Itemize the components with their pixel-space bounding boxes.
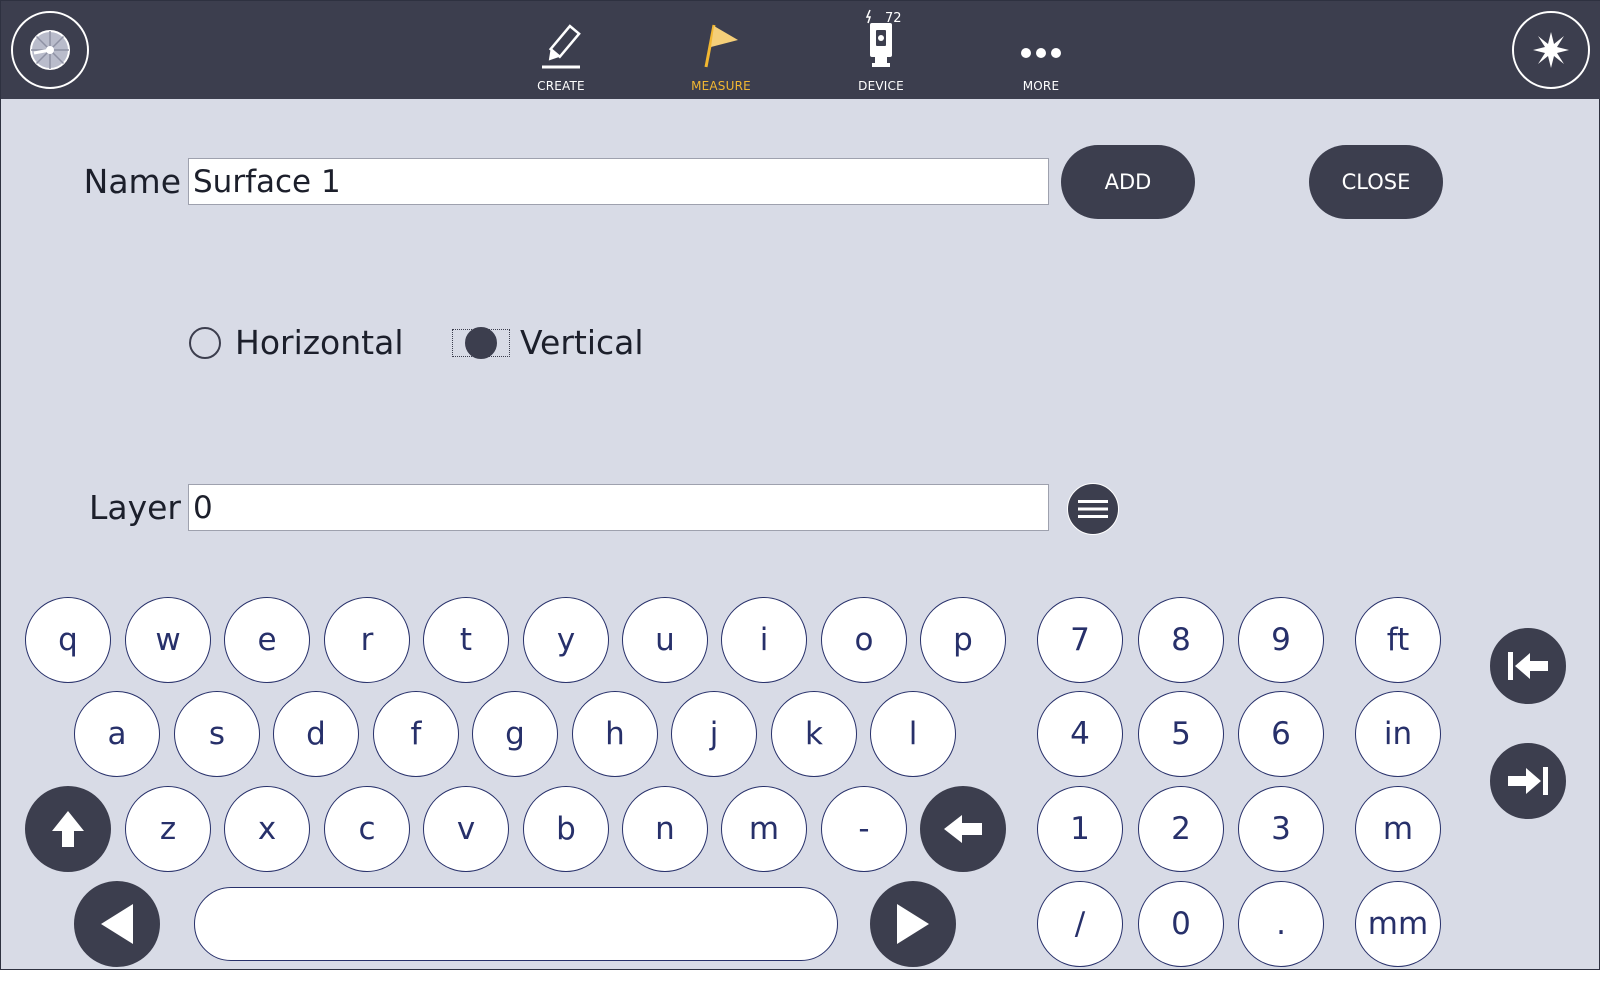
key-y[interactable]: y <box>523 597 609 683</box>
name-label: Name <box>83 162 181 201</box>
menu-icon <box>1078 500 1108 518</box>
key-0[interactable]: 0 <box>1138 881 1224 967</box>
key-4[interactable]: 4 <box>1037 691 1123 777</box>
key-6[interactable]: 6 <box>1238 691 1324 777</box>
nav-more[interactable]: MORE <box>981 7 1101 93</box>
layer-label: Layer <box>88 488 181 527</box>
key-o[interactable]: o <box>821 597 907 683</box>
jump-start-key[interactable] <box>1490 628 1566 704</box>
nav-create-label: CREATE <box>537 79 585 93</box>
key-u[interactable]: u <box>622 597 708 683</box>
layer-menu-button[interactable] <box>1067 483 1119 535</box>
nav-measure[interactable]: MEASURE <box>661 7 781 93</box>
key-v[interactable]: v <box>423 786 509 872</box>
nav-more-label: MORE <box>1022 79 1060 93</box>
compass-icon <box>30 30 70 70</box>
key-x[interactable]: x <box>224 786 310 872</box>
key-8[interactable]: 8 <box>1138 597 1224 683</box>
key-h[interactable]: h <box>572 691 658 777</box>
jump-to-start-icon <box>1508 652 1548 680</box>
flag-icon <box>686 7 756 69</box>
layer-field[interactable]: 0 <box>188 484 1049 531</box>
nav-device-label: DEVICE <box>858 79 904 93</box>
laser-burst-icon <box>1533 32 1569 68</box>
key-c[interactable]: c <box>324 786 410 872</box>
jump-to-end-icon <box>1508 767 1548 795</box>
device-badge: 72 <box>885 11 902 26</box>
cursor-left-icon <box>101 904 133 944</box>
add-button[interactable]: ADD <box>1061 145 1195 219</box>
more-dots-icon <box>1006 7 1076 69</box>
key-l[interactable]: l <box>870 691 956 777</box>
radio-horizontal[interactable]: Horizontal <box>189 323 404 362</box>
laser-button[interactable] <box>1512 11 1590 89</box>
unit-ft-key[interactable]: ft <box>1355 597 1441 683</box>
key-r[interactable]: r <box>324 597 410 683</box>
key-g[interactable]: g <box>472 691 558 777</box>
radio-vertical-focus <box>452 326 510 359</box>
cursor-right-key[interactable] <box>870 881 956 967</box>
key-slash[interactable]: / <box>1037 881 1123 967</box>
key-hyphen[interactable]: - <box>821 786 907 872</box>
backspace-arrow-icon <box>944 815 982 843</box>
key-e[interactable]: e <box>224 597 310 683</box>
key-d[interactable]: d <box>273 691 359 777</box>
key-s[interactable]: s <box>174 691 260 777</box>
key-j[interactable]: j <box>671 691 757 777</box>
backspace-key[interactable] <box>920 786 1006 872</box>
radio-vertical-label: Vertical <box>520 323 644 362</box>
key-q[interactable]: q <box>25 597 111 683</box>
key-m[interactable]: m <box>721 786 807 872</box>
space-bar[interactable] <box>194 887 838 961</box>
compass-button[interactable] <box>11 11 89 89</box>
radio-vertical-circle[interactable] <box>465 326 497 359</box>
key-f[interactable]: f <box>373 691 459 777</box>
nav-create[interactable]: CREATE <box>501 7 621 93</box>
shift-arrow-icon <box>52 811 84 847</box>
key-z[interactable]: z <box>125 786 211 872</box>
nav-measure-label: MEASURE <box>691 79 751 93</box>
radio-horizontal-circle[interactable] <box>189 326 221 359</box>
pencil-icon <box>526 7 596 69</box>
key-7[interactable]: 7 <box>1037 597 1123 683</box>
key-b[interactable]: b <box>523 786 609 872</box>
cursor-right-icon <box>897 904 929 944</box>
top-toolbar: CREATE MEASURE 72 DEVICE MORE <box>1 1 1600 99</box>
key-t[interactable]: t <box>423 597 509 683</box>
key-3[interactable]: 3 <box>1238 786 1324 872</box>
key-p[interactable]: p <box>920 597 1006 683</box>
key-5[interactable]: 5 <box>1138 691 1224 777</box>
cursor-left-key[interactable] <box>74 881 160 967</box>
key-dot[interactable]: . <box>1238 881 1324 967</box>
key-9[interactable]: 9 <box>1238 597 1324 683</box>
key-a[interactable]: a <box>74 691 160 777</box>
unit-in-key[interactable]: in <box>1355 691 1441 777</box>
shift-key[interactable] <box>25 786 111 872</box>
name-field[interactable]: Surface 1 <box>188 158 1049 205</box>
key-n[interactable]: n <box>622 786 708 872</box>
jump-end-key[interactable] <box>1490 743 1566 819</box>
nav-device[interactable]: 72 DEVICE <box>821 7 941 93</box>
key-2[interactable]: 2 <box>1138 786 1224 872</box>
radio-horizontal-label: Horizontal <box>235 323 404 362</box>
app-window: CREATE MEASURE 72 DEVICE MORE Name Surfa… <box>0 0 1600 970</box>
unit-mm-key[interactable]: mm <box>1355 881 1441 967</box>
key-k[interactable]: k <box>771 691 857 777</box>
radio-vertical[interactable]: Vertical <box>452 323 644 362</box>
key-1[interactable]: 1 <box>1037 786 1123 872</box>
total-station-icon: 72 <box>846 7 916 69</box>
key-i[interactable]: i <box>721 597 807 683</box>
key-w[interactable]: w <box>125 597 211 683</box>
unit-m-key[interactable]: m <box>1355 786 1441 872</box>
close-button[interactable]: CLOSE <box>1309 145 1443 219</box>
